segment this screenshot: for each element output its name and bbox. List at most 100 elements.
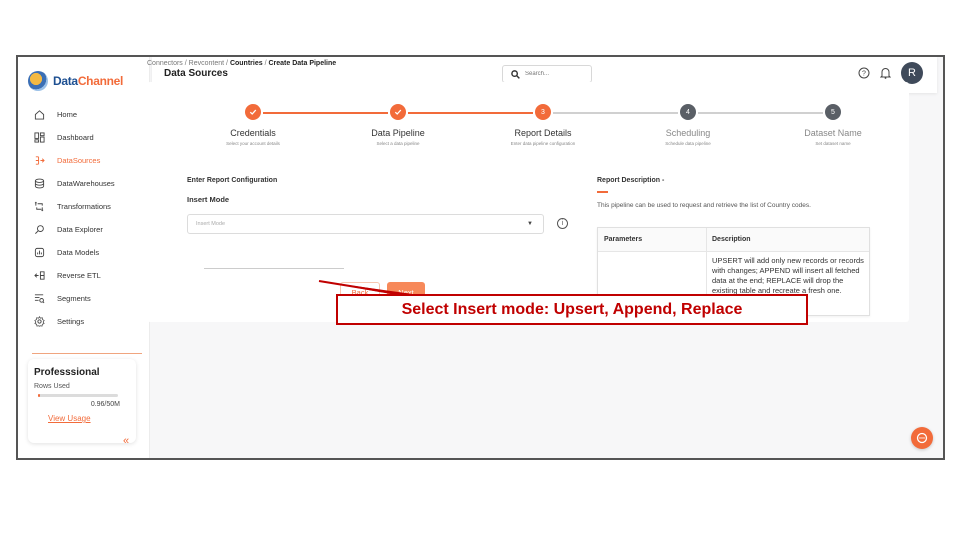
table-header: Parameters Description [598, 228, 869, 252]
plan-title: Professsional [34, 367, 100, 378]
dashboard-icon [34, 132, 45, 143]
step-5-indicator: 5 [825, 104, 841, 120]
brand-name: DataChannel [53, 74, 124, 88]
breadcrumb-revcontent[interactable]: Revcontent [189, 60, 224, 67]
settings-icon [34, 316, 45, 327]
sidebar-item-label: Home [57, 110, 78, 119]
plan-card: Professsional Rows Used 0.96/50M View Us… [28, 359, 136, 443]
step-subtitle: Select your account details [226, 141, 280, 146]
rows-used-value: 0.96/50M [90, 401, 120, 408]
step-subtitle: Schedule data pipeline [665, 141, 711, 146]
breadcrumb-countries[interactable]: Countries [230, 60, 263, 67]
pipeline-card: Credentials Select your account details Da… [147, 82, 909, 322]
collapse-sidebar-icon[interactable]: « [123, 435, 129, 447]
search-icon [511, 69, 520, 79]
sidebar-item-label: Reverse ETL [57, 271, 101, 280]
datasources-icon [34, 155, 45, 166]
sidebar-item-home[interactable]: Home [18, 103, 150, 126]
sidebar-item-segments[interactable]: Segments [18, 287, 150, 310]
rows-used-bar [38, 394, 118, 397]
step-3-indicator: 3 [535, 104, 551, 120]
sidebar-item-data-explorer[interactable]: Data Explorer [18, 218, 150, 241]
explorer-icon [34, 224, 45, 235]
step-1-indicator [245, 104, 261, 120]
step-number: 4 [686, 108, 690, 116]
bell-icon[interactable] [880, 67, 891, 79]
report-description-text: This pipeline can be used to request and… [597, 202, 811, 209]
column-description: Description [712, 236, 751, 243]
sidebar-item-transformations[interactable]: Transformations [18, 195, 150, 218]
reverse-etl-icon [34, 270, 45, 281]
stepper-connector [408, 112, 533, 114]
description-accent [597, 191, 608, 193]
step-number: 3 [541, 108, 545, 116]
insert-mode-placeholder: Insert Mode [196, 221, 226, 227]
step-label: Dataset Name [804, 128, 862, 138]
chat-button[interactable] [911, 427, 933, 449]
sidebar-item-label: Data Explorer [57, 225, 103, 234]
datachannel-logo-icon [28, 71, 48, 91]
breadcrumb-connectors[interactable]: Connectors [147, 60, 183, 67]
sidebar-item-label: DataSources [57, 156, 101, 165]
sidebar-item-dashboard[interactable]: Dashboard [18, 126, 150, 149]
column-parameters: Parameters [604, 236, 643, 243]
brand-logo[interactable]: DataChannel [28, 71, 123, 91]
user-avatar[interactable]: R [901, 62, 923, 84]
stepper-connector [263, 112, 388, 114]
sidebar-item-label: Segments [57, 294, 91, 303]
step-label: Data Pipeline [371, 128, 425, 138]
sidebar-divider [32, 353, 142, 354]
sidebar-nav: Home Dashboard DataSources DataWarehouses Tr… [18, 103, 150, 333]
search-box[interactable] [502, 65, 592, 83]
step-label: Report Details [514, 128, 572, 138]
callout-annotation: Select Insert mode: Upsert, Append, Repl… [336, 294, 808, 325]
search-input[interactable] [525, 71, 585, 77]
chat-icon [916, 432, 928, 444]
step-2-indicator [390, 104, 406, 120]
breadcrumb-current: Create Data Pipeline [268, 60, 337, 67]
sidebar-item-label: Transformations [57, 202, 111, 211]
segments-icon [34, 293, 45, 304]
step-label: Credentials [230, 128, 276, 138]
insert-mode-description: UPSERT will add only new records or reco… [712, 256, 864, 295]
caret-down-icon: ▼ [527, 221, 533, 227]
rows-used-fill [38, 394, 40, 397]
step-number: 5 [831, 108, 835, 116]
breadcrumb-separator: / [184, 60, 187, 67]
check-icon [249, 109, 257, 115]
header-actions: ? R [858, 62, 923, 84]
form-section-title: Enter Report Configuration [187, 177, 278, 184]
step-subtitle: Set dataset name [815, 141, 851, 146]
view-usage-link[interactable]: View Usage [48, 414, 91, 423]
step-subtitle: Select a data pipeline [376, 141, 420, 146]
sidebar-item-label: Data Models [57, 248, 100, 257]
insert-mode-label: Insert Mode [187, 195, 230, 204]
sidebar: DataChannel Home Dashboard DataSources Data… [18, 57, 150, 458]
step-4-indicator: 4 [680, 104, 696, 120]
sidebar-item-reverse-etl[interactable]: Reverse ETL [18, 264, 150, 287]
rows-used-label: Rows Used [34, 383, 70, 390]
check-icon [394, 109, 402, 115]
form-divider [204, 268, 344, 269]
breadcrumb-separator: / [264, 60, 267, 67]
svg-text:?: ? [862, 71, 866, 78]
breadcrumb-separator: / [226, 60, 228, 67]
models-icon [34, 247, 45, 258]
sidebar-item-datawarehouses[interactable]: DataWarehouses [18, 172, 150, 195]
transform-icon [34, 201, 45, 212]
sidebar-item-data-models[interactable]: Data Models [18, 241, 150, 264]
sidebar-item-label: Dashboard [57, 133, 94, 142]
help-icon[interactable]: ? [858, 67, 870, 79]
breadcrumb: Connectors / Revcontent / Countries / Cr… [147, 60, 336, 67]
stepper-connector [553, 112, 678, 114]
page-title: Data Sources [164, 68, 228, 79]
stepper: Credentials Select your account details Da… [187, 104, 867, 154]
sidebar-item-datasources[interactable]: DataSources [18, 149, 150, 172]
info-icon[interactable]: i [557, 218, 568, 229]
report-description-title: Report Description - [597, 177, 665, 184]
step-label: Scheduling [665, 128, 711, 138]
insert-mode-select[interactable]: Insert Mode ▼ [187, 214, 544, 234]
database-icon [34, 178, 45, 189]
home-icon [34, 109, 45, 120]
sidebar-item-settings[interactable]: Settings [18, 310, 150, 333]
